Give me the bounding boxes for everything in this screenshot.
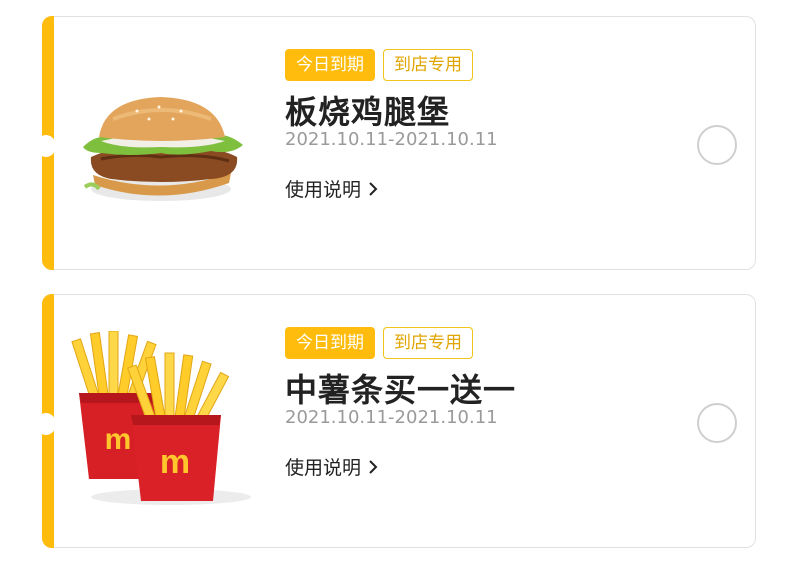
coupon-title: 中薯条买一送一 [285,371,517,409]
usage-instructions-link[interactable]: 使用说明 [285,175,379,202]
chevron-right-icon [369,181,378,196]
burger-image [83,97,243,201]
tag-expires-today: 今日到期 [285,327,375,359]
coupon-date-range: 2021.10.11-2021.10.11 [285,407,498,428]
tag-in-store-only: 到店专用 [383,49,473,81]
usage-instructions-label: 使用说明 [285,179,362,201]
coupon-date-range: 2021.10.11-2021.10.11 [285,129,498,150]
select-coupon-radio[interactable] [697,125,737,165]
coupon-tags: 今日到期 到店专用 [285,49,473,81]
tag-in-store-only: 到店专用 [383,327,473,359]
tag-expires-today: 今日到期 [285,49,375,81]
fries-image: m m [71,331,251,505]
coupon-card-2[interactable]: m m 今日到期 到店专用 中薯条买一送一 2021.10.11-2021.10… [36,294,756,548]
coupon-notch [36,135,56,157]
usage-instructions-link[interactable]: 使用说明 [285,453,379,480]
usage-instructions-label: 使用说明 [285,457,362,479]
svg-text:m: m [105,423,132,456]
coupon-tags: 今日到期 到店专用 [285,327,473,359]
svg-text:m: m [160,443,190,481]
coupon-card-1[interactable]: 今日到期 到店专用 板烧鸡腿堡 2021.10.11-2021.10.11 使用… [36,16,756,270]
coupon-notch [36,413,56,435]
chevron-right-icon [369,459,378,474]
select-coupon-radio[interactable] [697,403,737,443]
coupon-title: 板烧鸡腿堡 [285,93,451,131]
